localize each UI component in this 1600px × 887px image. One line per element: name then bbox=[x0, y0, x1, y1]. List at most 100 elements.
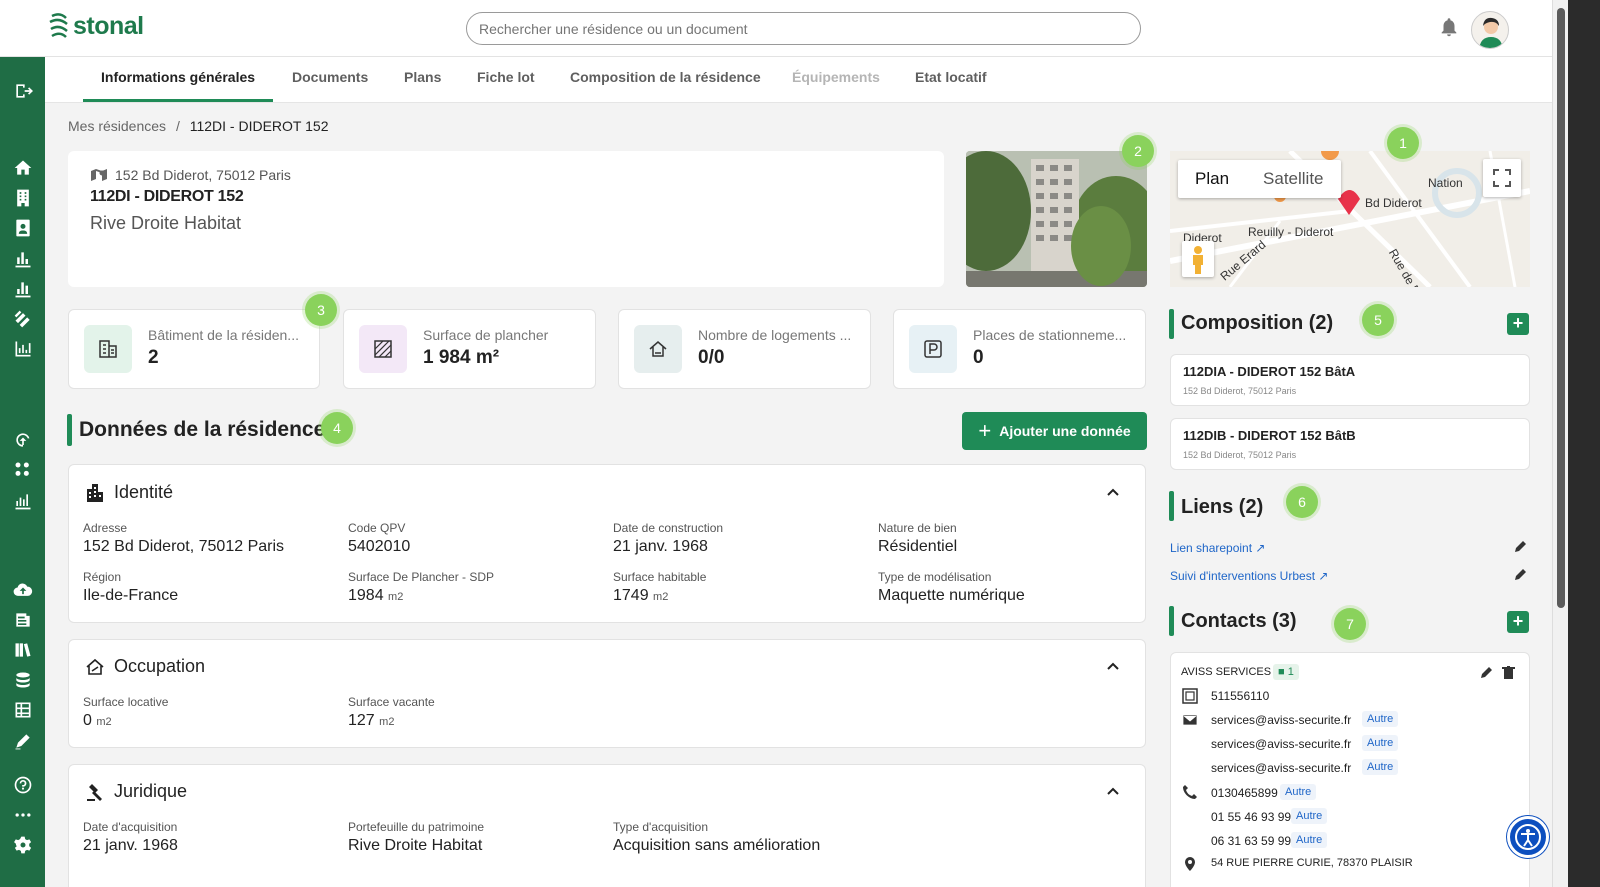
section-accent-bar bbox=[1169, 606, 1174, 636]
add-composition-button[interactable]: + bbox=[1507, 313, 1529, 335]
field-value: Maquette numérique bbox=[878, 587, 1025, 604]
composition-item[interactable]: 112DIA - DIDEROT 152 BâtA 152 Bd Diderot… bbox=[1170, 354, 1530, 406]
home-nav-icon[interactable] bbox=[12, 157, 34, 179]
composition-item-address: 152 Bd Diderot, 75012 Paris bbox=[1183, 386, 1297, 396]
contact-email[interactable]: services@aviss-securite.fr bbox=[1211, 737, 1351, 751]
map-plan-button[interactable]: Plan bbox=[1178, 160, 1246, 198]
analytics-nav-icon[interactable] bbox=[12, 490, 34, 512]
add-contact-button[interactable]: + bbox=[1507, 611, 1529, 633]
tab-etat-locatif[interactable]: Etat locatif bbox=[915, 69, 987, 85]
contacts-nav-icon[interactable] bbox=[12, 217, 34, 239]
section-accent-bar bbox=[1169, 309, 1174, 339]
sync-nav-icon[interactable] bbox=[12, 429, 34, 451]
tab-composition[interactable]: Composition de la résidence bbox=[570, 69, 761, 85]
tab-plans[interactable]: Plans bbox=[404, 69, 441, 85]
contact-phone[interactable]: 06 31 63 59 99 bbox=[1211, 834, 1291, 848]
chevron-up-icon[interactable] bbox=[1106, 784, 1120, 798]
link-sharepoint[interactable]: Lien sharepoint ↗ bbox=[1170, 541, 1265, 555]
search-input[interactable] bbox=[466, 12, 1141, 45]
coins-nav-icon[interactable] bbox=[12, 669, 34, 691]
identite-header[interactable]: Identité bbox=[86, 482, 173, 503]
field-value: Acquisition sans amélioration bbox=[613, 837, 821, 854]
juridique-card bbox=[68, 764, 1146, 887]
breadcrumb-root[interactable]: Mes résidences bbox=[68, 118, 166, 134]
residence-photo[interactable] bbox=[966, 151, 1147, 287]
field-unit: m2 bbox=[388, 591, 404, 603]
more-icon[interactable] bbox=[12, 804, 34, 826]
map-satellite-button[interactable]: Satellite bbox=[1246, 160, 1340, 198]
tab-documents[interactable]: Documents bbox=[292, 69, 368, 85]
field-value: 21 janv. 1968 bbox=[613, 538, 708, 555]
stat-card-stationnement[interactable]: Places de stationneme... 0 bbox=[893, 309, 1146, 389]
stat-card-surface[interactable]: Surface de plancher 1 984 m² bbox=[343, 309, 596, 389]
notification-bell-icon[interactable] bbox=[1438, 16, 1460, 38]
accessibility-button[interactable] bbox=[1507, 816, 1549, 858]
contact-phone[interactable]: 01 55 46 93 99 bbox=[1211, 810, 1291, 824]
contact-tag: Autre bbox=[1362, 735, 1399, 751]
chevron-up-icon[interactable] bbox=[1106, 659, 1120, 673]
tab-informations-generales[interactable]: Informations générales bbox=[101, 69, 255, 85]
stat-card-batiments[interactable]: Bâtiment de la résiden... 2 bbox=[68, 309, 320, 389]
map-fullscreen-button[interactable] bbox=[1483, 159, 1521, 197]
map-type-toggle: Plan Satellite bbox=[1178, 160, 1341, 198]
field-value-with-unit: 1749 m2 bbox=[613, 587, 668, 605]
field-label: Date de construction bbox=[613, 521, 724, 535]
field-value: 21 janv. 1968 bbox=[83, 837, 178, 854]
field-value: 1984 bbox=[348, 587, 384, 604]
brand-name: stonal bbox=[73, 11, 144, 40]
layers-nav-icon[interactable] bbox=[12, 308, 34, 330]
composition-item-address: 152 Bd Diderot, 75012 Paris bbox=[1183, 450, 1297, 460]
occupation-header[interactable]: Occupation bbox=[86, 656, 205, 677]
building-icon bbox=[84, 325, 132, 373]
cloud-upload-nav-icon[interactable] bbox=[12, 579, 34, 601]
juridique-header[interactable]: Juridique bbox=[86, 781, 187, 802]
stonal-logo[interactable]: stonal bbox=[48, 10, 144, 42]
field-value: Ile-de-France bbox=[83, 587, 179, 604]
accessibility-icon bbox=[1515, 824, 1541, 850]
edit-nav-icon[interactable] bbox=[12, 730, 34, 752]
stat-value: 0/0 bbox=[698, 347, 725, 368]
edit-pencil-icon[interactable] bbox=[1513, 567, 1528, 582]
edit-pencil-icon[interactable] bbox=[1513, 539, 1528, 554]
chevron-up-icon[interactable] bbox=[1106, 485, 1120, 499]
street-view-pegman[interactable] bbox=[1182, 241, 1214, 277]
bar-chart-nav-icon[interactable] bbox=[12, 278, 34, 300]
documents-nav-icon[interactable] bbox=[12, 609, 34, 631]
chart-nav-icon[interactable] bbox=[12, 248, 34, 270]
user-avatar[interactable] bbox=[1471, 11, 1509, 49]
contact-doc-count: 1 bbox=[1287, 666, 1294, 678]
link-urbest[interactable]: Suivi d'interventions Urbest ↗ bbox=[1170, 569, 1328, 583]
map-label-reuilly: Reuilly - Diderot bbox=[1248, 225, 1334, 239]
field-label: Région bbox=[83, 570, 122, 584]
table-nav-icon[interactable] bbox=[12, 699, 34, 721]
field-value: 5402010 bbox=[348, 538, 411, 555]
help-icon[interactable] bbox=[12, 774, 34, 796]
contact-email[interactable]: services@aviss-securite.fr bbox=[1211, 761, 1351, 775]
contact-phone[interactable]: 0130465899 bbox=[1211, 786, 1278, 800]
delete-contact-icon[interactable] bbox=[1501, 665, 1516, 680]
library-nav-icon[interactable] bbox=[12, 639, 34, 661]
edit-contact-icon[interactable] bbox=[1479, 665, 1494, 680]
scrollbar-thumb[interactable] bbox=[1557, 8, 1565, 608]
field-unit: m2 bbox=[96, 716, 112, 728]
contact-email[interactable]: services@aviss-securite.fr bbox=[1211, 713, 1351, 727]
stats-nav-icon[interactable] bbox=[12, 338, 34, 360]
map-label-bd-diderot: Bd Diderot bbox=[1365, 196, 1422, 210]
stat-card-logements[interactable]: Nombre de logements ... 0/0 bbox=[618, 309, 871, 389]
logout-icon[interactable] bbox=[12, 80, 34, 102]
tab-fiche-lot[interactable]: Fiche lot bbox=[477, 69, 535, 85]
identite-title: Identité bbox=[114, 482, 174, 502]
annotation-badge: 3 bbox=[305, 294, 337, 326]
add-data-button[interactable]: + Ajouter une donnée bbox=[962, 412, 1147, 450]
field-value: Résidentiel bbox=[878, 538, 958, 555]
apps-nav-icon[interactable] bbox=[12, 459, 34, 481]
location-icon bbox=[1185, 857, 1195, 871]
page-scrollbar[interactable] bbox=[1552, 0, 1568, 887]
composition-item[interactable]: 112DIB - DIDEROT 152 BâtB 152 Bd Diderot… bbox=[1170, 418, 1530, 470]
settings-gear-icon[interactable] bbox=[12, 834, 34, 856]
active-tab-indicator bbox=[83, 99, 273, 102]
residence-map[interactable]: Bd Diderot Nation Reuilly - Diderot Rue … bbox=[1170, 151, 1530, 287]
field-label: Surface locative bbox=[83, 695, 169, 709]
contact-documents-badge[interactable]: ■ 1 bbox=[1273, 664, 1299, 680]
building-nav-icon[interactable] bbox=[12, 187, 34, 209]
